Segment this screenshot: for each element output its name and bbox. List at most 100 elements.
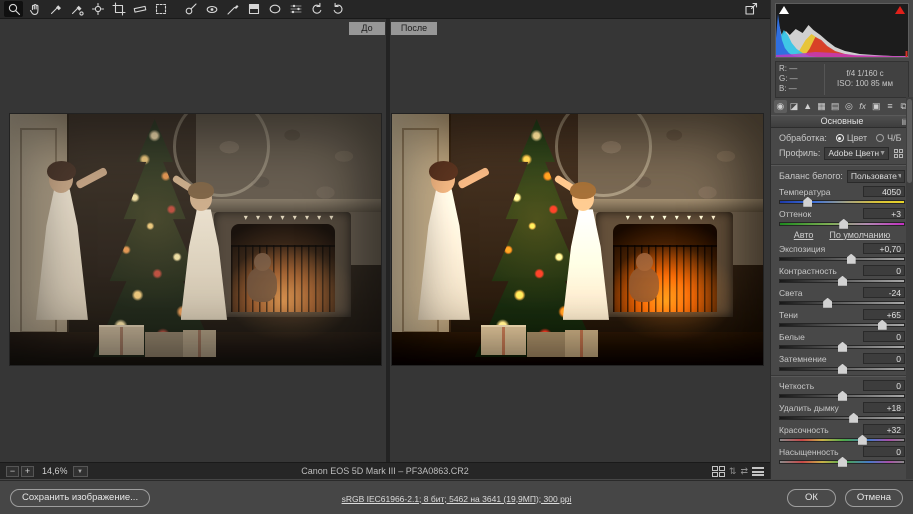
profile-browser-icon[interactable] [892, 147, 905, 160]
after-tab[interactable]: После [391, 22, 437, 35]
zoom-out-button[interactable]: − [6, 466, 19, 477]
split-toning-tab[interactable]: ▤ [829, 100, 842, 113]
ok-button[interactable]: ОК [787, 489, 836, 507]
slider-value[interactable]: +65 [863, 309, 905, 320]
slider-thumb[interactable] [849, 413, 858, 423]
slider-value[interactable]: -24 [863, 287, 905, 298]
slider-thumb[interactable] [878, 320, 887, 330]
divider [771, 375, 913, 377]
treatment-color-radio[interactable] [836, 134, 844, 142]
before-after-view-icon[interactable] [712, 466, 725, 477]
preferences-tool-icon[interactable] [286, 1, 305, 17]
slider-value[interactable]: +32 [863, 424, 905, 435]
slider-track[interactable] [779, 200, 905, 204]
slider-track[interactable] [779, 416, 905, 420]
transform-tool-icon[interactable] [151, 1, 170, 17]
slider-thumb[interactable] [803, 197, 812, 207]
slider-track[interactable] [779, 367, 905, 371]
slider-thumb[interactable] [838, 342, 847, 352]
highlight-clipping-indicator[interactable] [895, 6, 905, 14]
hsl-tab[interactable]: ▦ [815, 100, 828, 113]
panel-tabs: ◉◪▲▦▤◎fx▣≡⧉ [774, 100, 910, 113]
slider-track[interactable] [779, 279, 905, 283]
graduated-filter-tool-icon[interactable] [244, 1, 263, 17]
slider-track[interactable] [779, 438, 905, 442]
default-link[interactable]: По умолчанию [829, 230, 890, 240]
shadow-clipping-indicator[interactable] [779, 6, 789, 14]
divider [771, 164, 913, 166]
basic-tab[interactable]: ◉ [774, 100, 787, 113]
slider-thumb[interactable] [839, 219, 848, 229]
zoom-level-dropdown[interactable]: ▼ [73, 466, 88, 477]
slider-thumb[interactable] [838, 364, 847, 374]
slider-track[interactable] [779, 301, 905, 305]
slider-value[interactable]: +0,70 [863, 243, 905, 254]
slider-row: Белые0 [779, 331, 905, 349]
straighten-tool-icon[interactable] [130, 1, 149, 17]
workflow-options-link[interactable]: sRGB IEC61966-2.1; 8 бит; 5462 на 3641 (… [342, 494, 572, 504]
slider-row: Насыщенность0 [779, 446, 905, 464]
rotate-right-tool-icon[interactable] [328, 1, 347, 17]
lens-corrections-tab[interactable]: ◎ [843, 100, 856, 113]
before-scene [10, 114, 381, 365]
slider-value[interactable]: 0 [863, 353, 905, 364]
slider-thumb[interactable] [823, 298, 832, 308]
cancel-button[interactable]: Отмена [845, 489, 903, 507]
slider-value[interactable]: +18 [863, 402, 905, 413]
slider-track[interactable] [779, 460, 905, 464]
white-balance-tool-icon[interactable] [46, 1, 65, 17]
zoom-tool-icon[interactable] [4, 1, 23, 17]
rotate-left-tool-icon[interactable] [307, 1, 326, 17]
slider-track[interactable] [779, 323, 905, 327]
copy-settings-icon[interactable]: ⇄ [740, 466, 748, 477]
hand-tool-icon[interactable] [25, 1, 44, 17]
auto-link[interactable]: Авто [794, 230, 814, 240]
tone-curve-tab[interactable]: ◪ [788, 100, 801, 113]
slider-value[interactable]: +3 [863, 208, 905, 219]
auto-default-row: Авто По умолчанию [779, 230, 905, 240]
presets-tab[interactable]: ≡ [884, 100, 897, 113]
slider-label: Удалить дымку [779, 403, 839, 413]
camera-file-info: Canon EOS 5D Mark III – PF3A0863.CR2 [0, 466, 770, 476]
radial-filter-tool-icon[interactable] [265, 1, 284, 17]
view-menu-icon[interactable] [752, 467, 764, 476]
detail-tab[interactable]: ▲ [801, 100, 814, 113]
color-sampler-tool-icon[interactable] [67, 1, 86, 17]
effects-tab[interactable]: fx [856, 100, 869, 113]
save-image-button[interactable]: Сохранить изображение... [10, 489, 150, 507]
slider-value[interactable]: 0 [863, 265, 905, 276]
panel-scrollbar[interactable] [906, 97, 913, 479]
white-balance-label: Баланс белого: [779, 171, 843, 181]
slider-track[interactable] [779, 222, 905, 226]
spot-removal-tool-icon[interactable] [181, 1, 200, 17]
adjustment-brush-tool-icon[interactable] [223, 1, 242, 17]
after-image[interactable] [392, 114, 763, 365]
slider-track[interactable] [779, 394, 905, 398]
slider-thumb[interactable] [838, 457, 847, 467]
slider-label: Контрастность [779, 266, 837, 276]
swap-before-after-icon[interactable]: ⇅ [729, 466, 737, 477]
slider-track[interactable] [779, 345, 905, 349]
camera-calibration-tab[interactable]: ▣ [870, 100, 883, 113]
histogram-plot [776, 4, 908, 57]
slider-thumb[interactable] [838, 276, 847, 286]
slider-thumb[interactable] [847, 254, 856, 264]
slider-thumb[interactable] [858, 435, 867, 445]
crop-tool-icon[interactable] [109, 1, 128, 17]
before-tab[interactable]: До [349, 22, 385, 35]
zoom-in-button[interactable]: + [21, 466, 34, 477]
red-eye-tool-icon[interactable] [202, 1, 221, 17]
slider-thumb[interactable] [838, 391, 847, 401]
toggle-fullscreen-icon[interactable] [741, 1, 760, 17]
profile-select[interactable]: Adobe Цветной▼ [824, 147, 889, 160]
slider-value[interactable]: 0 [863, 446, 905, 457]
slider-track[interactable] [779, 257, 905, 261]
treatment-bw-radio[interactable] [876, 134, 884, 142]
slider-value[interactable]: 0 [863, 380, 905, 391]
targeted-adjustment-tool-icon[interactable] [88, 1, 107, 17]
adjustments-panel: R: — G: — B: — f/4 1/160 c ISO: 100 85 м… [770, 0, 913, 479]
slider-value[interactable]: 0 [863, 331, 905, 342]
slider-value[interactable]: 4050 [863, 186, 905, 197]
before-image[interactable] [10, 114, 381, 365]
white-balance-select[interactable]: Пользовательский▼ [847, 170, 905, 183]
